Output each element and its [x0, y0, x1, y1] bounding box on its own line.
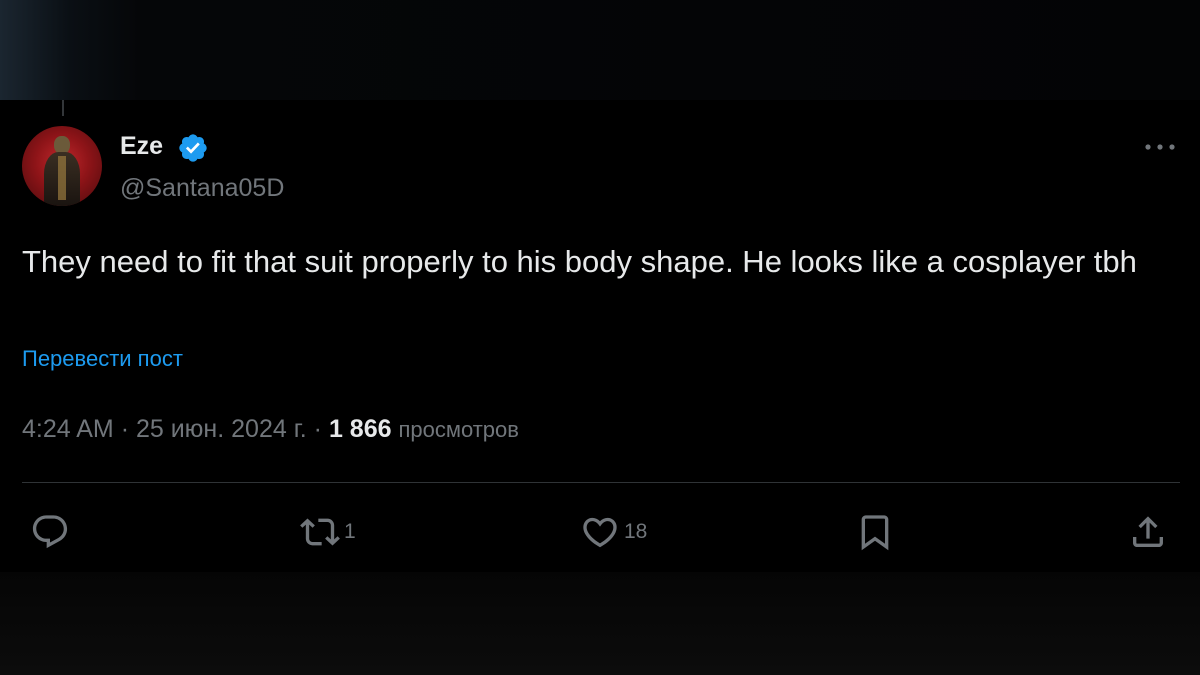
next-content-area: [0, 572, 1200, 675]
user-handle[interactable]: @Santana05D: [120, 172, 284, 204]
retweet-icon: [300, 518, 340, 546]
like-button[interactable]: 18: [580, 512, 647, 552]
bookmark-button[interactable]: [855, 512, 895, 552]
reply-button[interactable]: [30, 512, 74, 552]
tweet-card: Eze @Santana05D They need to fit that su…: [0, 100, 1200, 572]
tweet-text: They need to fit that suit properly to h…: [22, 244, 1137, 279]
meta-separator: ·: [313, 415, 322, 443]
heart-icon: [583, 517, 617, 548]
previous-tweet-area: [0, 0, 1200, 100]
tweet-time[interactable]: 4:24 AM: [22, 415, 114, 443]
more-dots-icon[interactable]: [1142, 136, 1178, 158]
retweet-button[interactable]: 1: [300, 512, 356, 552]
display-name[interactable]: Eze: [120, 130, 163, 162]
retweet-count: 1: [344, 520, 356, 543]
verified-badge-icon[interactable]: [176, 132, 210, 164]
tweet-metadata: 4:24 AM · 25 июн. 2024 г. · 1 866 просмо…: [22, 412, 519, 447]
divider: [22, 482, 1180, 483]
avatar-figure-trim: [58, 156, 66, 200]
tweet-date[interactable]: 25 июн. 2024 г.: [136, 415, 307, 443]
translate-post-link[interactable]: Перевести пост: [22, 344, 183, 374]
avatar[interactable]: [22, 126, 102, 206]
reply-icon: [32, 515, 68, 549]
thread-connector-line: [62, 100, 64, 116]
bookmark-icon: [861, 515, 889, 551]
share-button[interactable]: [1128, 512, 1168, 552]
share-icon: [1133, 516, 1163, 547]
views-label: просмотров: [398, 417, 519, 442]
meta-separator: ·: [120, 415, 130, 443]
views-count: 1 866: [328, 415, 392, 443]
like-count: 18: [624, 520, 648, 543]
